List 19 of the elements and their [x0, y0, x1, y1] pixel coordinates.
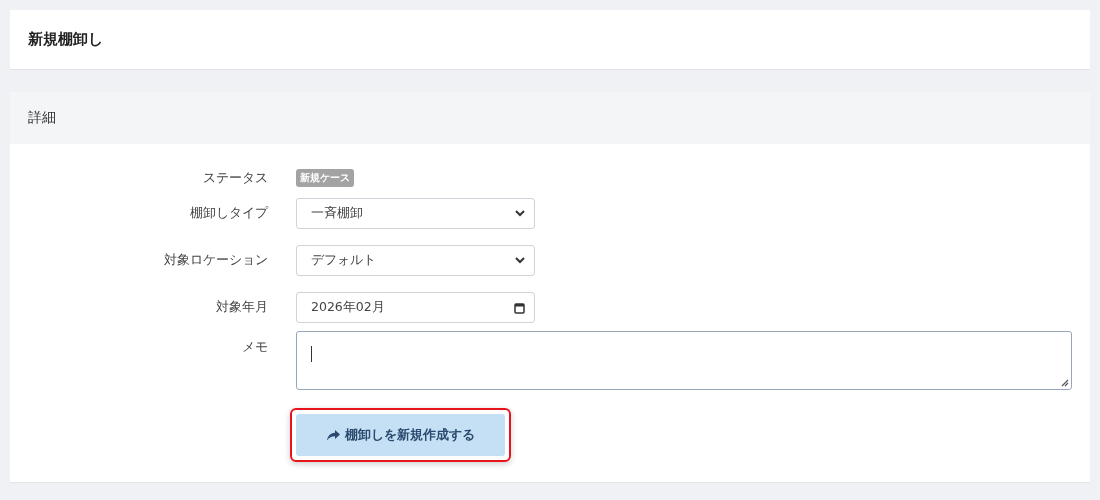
- select-field[interactable]: デフォルト: [296, 245, 535, 276]
- calendar-icon: [514, 301, 525, 314]
- select-field[interactable]: 一斉棚卸: [296, 198, 535, 229]
- field-label: 対象ロケーション: [163, 252, 268, 269]
- section-title: 詳細: [28, 109, 56, 127]
- resize-grip-icon: [1061, 379, 1069, 387]
- chevron-down-icon: [515, 257, 525, 264]
- month-field[interactable]: 2026年02月: [296, 292, 535, 323]
- page-title: 新規棚卸し: [27, 29, 104, 50]
- field-label: 棚卸しタイプ: [189, 205, 268, 222]
- status-badge: 新規ケース: [296, 169, 354, 187]
- field-label: メモ: [241, 338, 268, 356]
- memo-field[interactable]: [296, 331, 1072, 390]
- chevron-down-icon: [515, 210, 525, 217]
- field-label: ステータス: [202, 169, 268, 187]
- create-button[interactable]: 棚卸しを新規作成する: [296, 414, 505, 456]
- share-arrow-icon: [326, 429, 340, 441]
- field-label: 対象年月: [215, 299, 268, 316]
- text-cursor: [311, 346, 312, 362]
